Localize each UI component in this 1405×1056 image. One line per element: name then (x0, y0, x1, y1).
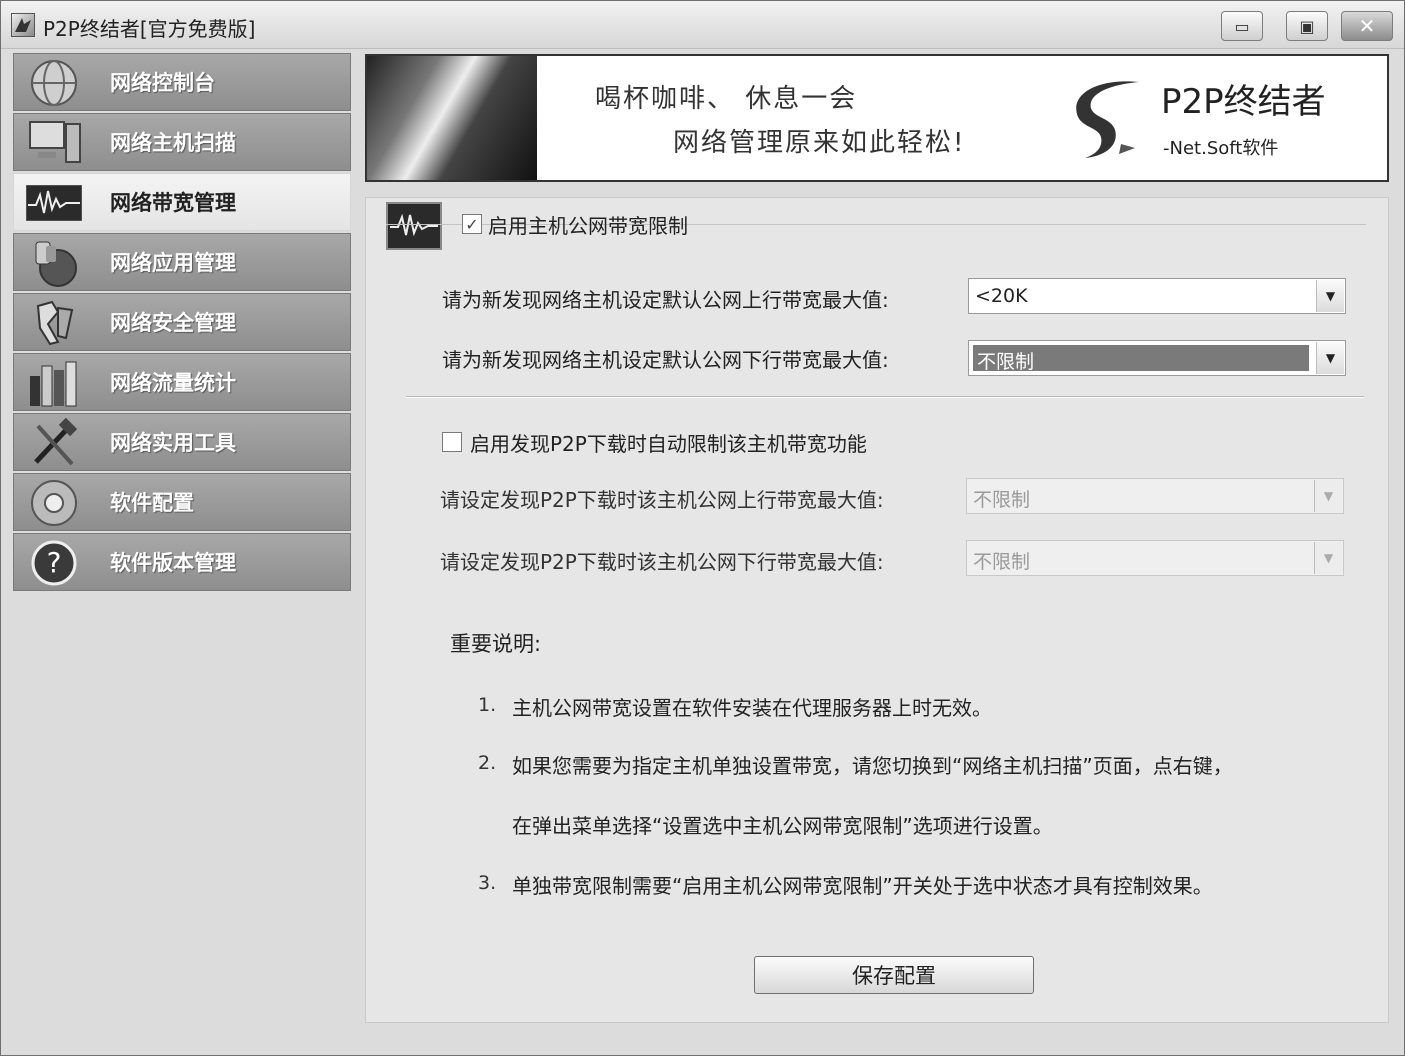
sidebar-item-app-management[interactable]: 网络应用管理 (13, 233, 351, 291)
sidebar-item-label: 软件版本管理 (110, 551, 236, 575)
waveform-icon (22, 178, 86, 228)
tools-icon (22, 418, 86, 468)
banner-slogan-line2: 网络管理原来如此轻松! (673, 128, 966, 158)
brand-name: P2P终结者 (1161, 82, 1326, 122)
p2p-download-select[interactable]: 不限制 ▼ (966, 540, 1344, 576)
globe-icon (22, 58, 86, 108)
notes-title: 重要说明: (450, 632, 542, 656)
enable-p2p-limit-label: 启用发现P2P下载时自动限制该主机带宽功能 (470, 432, 867, 456)
sidebar-item-label: 网络带宽管理 (110, 191, 236, 215)
sidebar-item-security[interactable]: 网络安全管理 (13, 293, 351, 351)
default-upload-select[interactable]: <20K ▼ (968, 278, 1346, 314)
note-text: 主机公网带宽设置在软件安装在代理服务器上时无效。 (512, 696, 992, 720)
default-upload-value: <20K (975, 285, 1028, 307)
apps-icon (22, 238, 86, 288)
note-text: 单独带宽限制需要“启用主机公网带宽限制”开关处于选中状态才具有控制效果。 (512, 874, 1213, 898)
sidebar-item-bandwidth[interactable]: 网络带宽管理 (13, 173, 351, 231)
sidebar-item-network-console[interactable]: 网络控制台 (13, 53, 351, 111)
chevron-down-icon[interactable]: ▼ (1314, 542, 1342, 574)
default-download-select[interactable]: 不限制 ▼ (968, 340, 1346, 376)
sidebar-item-host-scan[interactable]: 网络主机扫描 (13, 113, 351, 171)
app-logo-icon (11, 13, 35, 37)
p2p-upload-value: 不限制 (973, 489, 1031, 511)
sidebar-item-software-config[interactable]: 软件配置 (13, 473, 351, 531)
minimize-button[interactable]: ▭ (1221, 11, 1263, 41)
title-bar: P2P终结者[官方免费版] ▭ ▣ ✕ (1, 1, 1404, 49)
chevron-down-icon[interactable]: ▼ (1314, 480, 1342, 512)
note-number: 3. (478, 872, 497, 894)
default-download-value: 不限制 (972, 344, 1310, 373)
p2p-upload-select[interactable]: 不限制 ▼ (966, 478, 1344, 514)
note-number: 1. (478, 694, 497, 716)
sidebar-item-label: 网络主机扫描 (110, 131, 236, 155)
p2p-download-value: 不限制 (973, 551, 1031, 573)
app-window: P2P终结者[官方免费版] ▭ ▣ ✕ 网络控制台 网络主机扫描 网络带宽管理 (0, 0, 1405, 1056)
banner: 喝杯咖啡、 休息一会 网络管理原来如此轻松! P2P终结者 -Net.Soft软… (365, 54, 1389, 182)
sidebar-item-traffic-stats[interactable]: 网络流量统计 (13, 353, 351, 411)
default-download-label: 请为新发现网络主机设定默认公网下行带宽最大值: (442, 348, 889, 372)
note-text: 如果您需要为指定主机单独设置带宽，请您切换到“网络主机扫描”页面，点右键， (512, 754, 1233, 778)
brand-logo-icon (1061, 74, 1141, 160)
bandwidth-panel: ✓ 启用主机公网带宽限制 请为新发现网络主机设定默认公网上行带宽最大值: <20… (365, 197, 1389, 1023)
maximize-button[interactable]: ▣ (1286, 11, 1328, 41)
sidebar-item-version[interactable]: ? 软件版本管理 (13, 533, 351, 591)
p2p-download-label: 请设定发现P2P下载时该主机公网下行带宽最大值: (440, 550, 884, 574)
statistics-icon (22, 358, 86, 408)
security-icon (22, 298, 86, 348)
chevron-down-icon[interactable]: ▼ (1316, 342, 1344, 374)
p2p-upload-label: 请设定发现P2P下载时该主机公网上行带宽最大值: (440, 488, 884, 512)
sidebar-item-label: 网络应用管理 (110, 251, 236, 275)
help-icon: ? (22, 538, 86, 588)
chevron-down-icon[interactable]: ▼ (1316, 280, 1344, 312)
svg-text:?: ? (47, 546, 62, 579)
sidebar: 网络控制台 网络主机扫描 网络带宽管理 网络应用管理 网络安全管理 网络流量统计… (13, 53, 351, 593)
enable-p2p-limit-checkbox[interactable] (442, 432, 462, 452)
brand-subtitle: -Net.Soft软件 (1163, 138, 1279, 159)
banner-photo (367, 56, 537, 180)
config-icon (22, 478, 86, 528)
window-title: P2P终结者[官方免费版] (43, 17, 256, 41)
enable-bandwidth-checkbox[interactable]: ✓ (462, 214, 482, 234)
sidebar-item-label: 软件配置 (110, 491, 194, 515)
note-text: 在弹出菜单选择“设置选中主机公网带宽限制”选项进行设置。 (512, 814, 1053, 838)
computer-icon (22, 118, 86, 168)
bandwidth-group (386, 224, 1366, 404)
divider (406, 396, 1364, 398)
sidebar-item-label: 网络安全管理 (110, 311, 236, 335)
enable-bandwidth-label: 启用主机公网带宽限制 (488, 214, 688, 238)
sidebar-item-label: 网络实用工具 (110, 431, 236, 455)
default-upload-label: 请为新发现网络主机设定默认公网上行带宽最大值: (442, 288, 889, 312)
sidebar-item-label: 网络流量统计 (110, 371, 236, 395)
save-config-button[interactable]: 保存配置 (754, 956, 1034, 994)
banner-slogan-line1: 喝杯咖啡、 休息一会 (595, 84, 858, 114)
sidebar-item-utilities[interactable]: 网络实用工具 (13, 413, 351, 471)
close-button[interactable]: ✕ (1341, 11, 1393, 41)
note-number: 2. (478, 752, 497, 774)
sidebar-item-label: 网络控制台 (110, 71, 215, 95)
